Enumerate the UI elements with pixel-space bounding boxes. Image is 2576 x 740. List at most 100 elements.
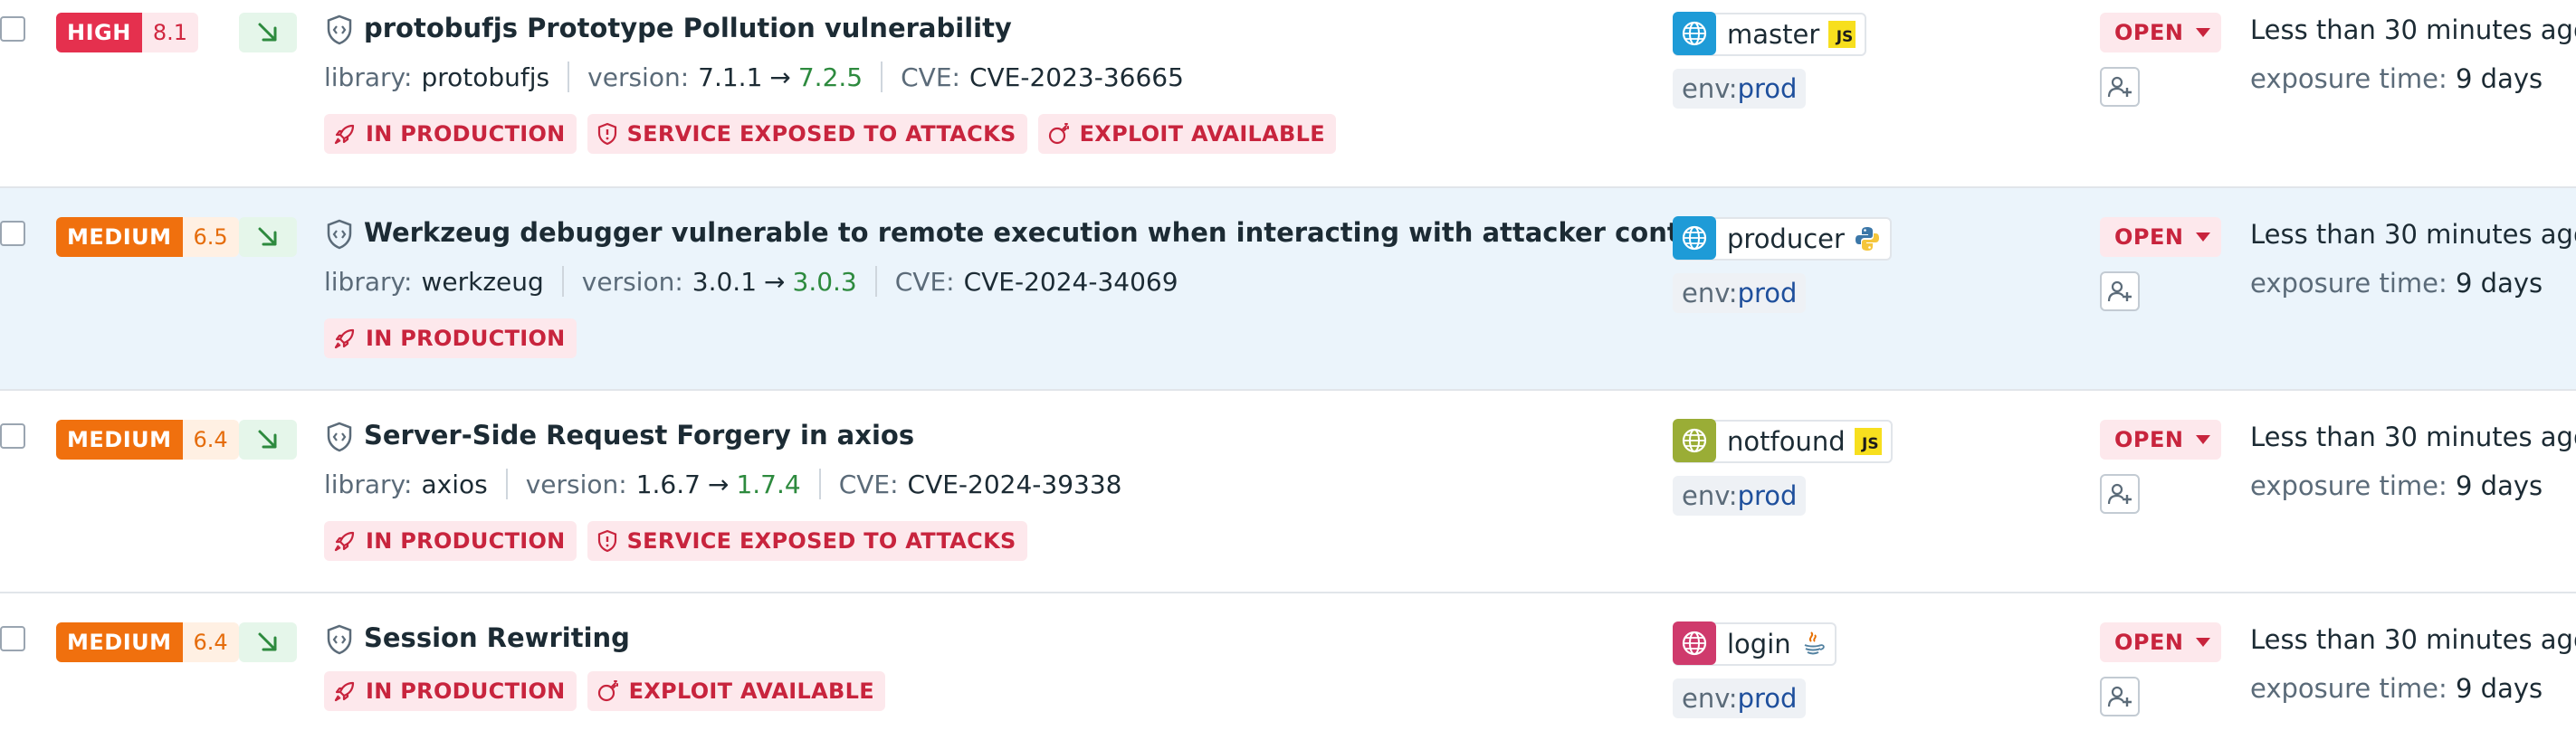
vulnerability-title[interactable]: Werkzeug debugger vulnerable to remote e… <box>364 217 1884 248</box>
python-icon <box>1855 227 1879 251</box>
env-value: prod <box>1737 278 1798 308</box>
exposure-value: 9 days <box>2456 268 2543 299</box>
exposure-time: exposure time: 9 days <box>2250 673 2543 704</box>
status-dropdown[interactable]: OPEN <box>2100 622 2221 662</box>
assign-user-button[interactable] <box>2100 271 2140 311</box>
status-dropdown[interactable]: OPEN <box>2100 420 2221 460</box>
vulnerability-title[interactable]: Session Rewriting <box>364 622 630 653</box>
tag-label: IN PRODUCTION <box>366 528 566 554</box>
globe-icon <box>1673 216 1716 260</box>
tag-in-production: IN PRODUCTION <box>324 114 577 154</box>
env-tag[interactable]: env: prod <box>1673 69 1807 109</box>
service-chip[interactable]: producer <box>1673 216 1892 261</box>
service-chip[interactable]: master JS <box>1673 12 1867 56</box>
row-checkbox[interactable] <box>0 626 25 651</box>
exposure-value: 9 days <box>2456 470 2543 501</box>
row-checkbox[interactable] <box>0 16 25 42</box>
service-chip[interactable]: login <box>1673 621 1837 666</box>
cve-label: CVE: <box>838 469 899 499</box>
add-user-icon <box>2107 686 2132 707</box>
code-shield-icon <box>327 14 352 45</box>
exposure-time: exposure time: 9 days <box>2250 63 2543 94</box>
meta-divider <box>881 62 883 92</box>
meta-divider <box>568 62 570 92</box>
trend-down-arrow-icon <box>239 420 297 460</box>
globe-icon <box>1673 621 1716 665</box>
rocket-icon <box>334 531 355 552</box>
exposure-label: exposure time: <box>2250 470 2447 501</box>
severity-label: MEDIUM <box>56 622 183 662</box>
env-value: prod <box>1737 480 1798 511</box>
exposure-label: exposure time: <box>2250 673 2447 704</box>
java-icon <box>1804 631 1825 655</box>
add-user-icon <box>2107 76 2132 98</box>
row-checkbox[interactable] <box>0 423 25 449</box>
first-seen-time: Less than 30 minutes ago <box>2250 219 2576 250</box>
version-fix: 3.0.3 <box>792 266 857 297</box>
caret-down-icon <box>2196 232 2211 242</box>
env-value: prod <box>1737 73 1798 104</box>
tag-label: EXPLOIT AVAILABLE <box>628 678 874 704</box>
library-label: library: <box>324 62 413 92</box>
env-value: prod <box>1737 683 1798 714</box>
caret-down-icon <box>2196 435 2211 444</box>
vulnerability-title[interactable]: Server-Side Request Forgery in axios <box>364 420 914 451</box>
caret-down-icon <box>2196 638 2211 647</box>
version-fix: 7.2.5 <box>797 62 863 92</box>
service-name: producer <box>1727 223 1845 254</box>
version-label: version: <box>587 62 690 92</box>
cve-value: CVE-2024-34069 <box>963 266 1178 297</box>
rocket-icon <box>334 328 355 349</box>
table-row[interactable]: MEDIUM 6.4 Session Rewriting IN PRODUCTI… <box>0 593 2576 740</box>
version-current: 7.1.1 <box>698 62 763 92</box>
service-chip[interactable]: notfound JS <box>1673 419 1893 463</box>
caret-down-icon <box>2196 28 2211 37</box>
table-row[interactable]: MEDIUM 6.4 Server-Side Request Forgery i… <box>0 391 2576 592</box>
severity-label: HIGH <box>56 13 142 52</box>
table-row[interactable]: MEDIUM 6.5 Werkzeug debugger vulnerable … <box>0 188 2576 389</box>
row-checkbox[interactable] <box>0 221 25 246</box>
library-value: axios <box>421 469 488 499</box>
tag-label: EXPLOIT AVAILABLE <box>1079 121 1325 147</box>
tag-exploit-available: EXPLOIT AVAILABLE <box>1037 114 1336 154</box>
assign-user-button[interactable] <box>2100 677 2140 716</box>
vulnerability-title[interactable]: protobufjs Prototype Pollution vulnerabi… <box>364 13 1012 43</box>
exposure-value: 9 days <box>2456 673 2543 704</box>
env-tag[interactable]: env: prod <box>1673 273 1807 313</box>
first-seen-time: Less than 30 minutes ago <box>2250 14 2576 45</box>
rocket-icon <box>334 124 355 145</box>
assign-user-button[interactable] <box>2100 67 2140 107</box>
exposure-label: exposure time: <box>2250 63 2447 94</box>
env-tag[interactable]: env: prod <box>1673 678 1807 718</box>
version-label: version: <box>525 469 627 499</box>
cve-value: CVE-2023-36665 <box>968 62 1184 92</box>
env-tag[interactable]: env: prod <box>1673 476 1807 516</box>
javascript-icon: JS <box>1854 428 1882 455</box>
vulnerability-meta: library: axios version: 1.6.7 → 1.7.4 CV… <box>324 469 1121 499</box>
version-current: 1.6.7 <box>635 469 701 499</box>
risk-tags: IN PRODUCTION <box>324 318 577 358</box>
add-user-icon <box>2107 280 2132 302</box>
exposure-label: exposure time: <box>2250 268 2447 299</box>
assign-user-button[interactable] <box>2100 474 2140 514</box>
severity-badge: MEDIUM 6.5 <box>56 217 239 257</box>
cve-value: CVE-2024-39338 <box>907 469 1122 499</box>
table-row[interactable]: HIGH 8.1 protobufjs Prototype Pollution … <box>0 0 2576 186</box>
bomb-icon <box>1048 123 1069 145</box>
tag-in-production: IN PRODUCTION <box>324 521 577 561</box>
javascript-icon: JS <box>1828 21 1856 48</box>
code-shield-icon <box>327 624 352 655</box>
globe-icon <box>1673 12 1716 55</box>
severity-label: MEDIUM <box>56 217 183 257</box>
severity-score: 6.4 <box>182 622 239 662</box>
rocket-icon <box>334 681 355 702</box>
service-name: notfound <box>1727 426 1846 457</box>
tag-label: IN PRODUCTION <box>366 326 566 351</box>
env-key: env: <box>1682 480 1738 511</box>
status-dropdown[interactable]: OPEN <box>2100 13 2221 52</box>
status-dropdown[interactable]: OPEN <box>2100 217 2221 257</box>
severity-score: 6.5 <box>182 217 239 257</box>
vulnerability-meta: library: werkzeug version: 3.0.1 → 3.0.3… <box>324 266 1178 297</box>
first-seen-time: Less than 30 minutes ago <box>2250 624 2576 655</box>
tag-label: IN PRODUCTION <box>366 678 566 704</box>
